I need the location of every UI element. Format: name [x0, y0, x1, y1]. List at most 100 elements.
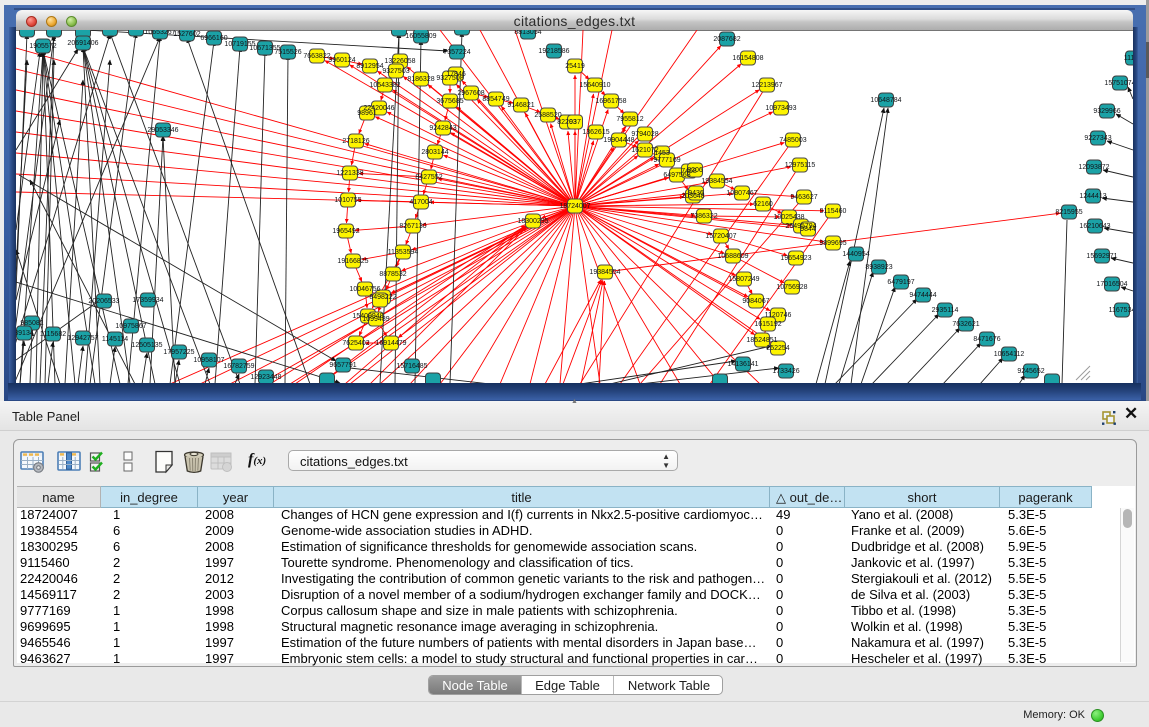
svg-text:29053346: 29053346 [147, 127, 178, 134]
svg-text:9794028: 9794028 [631, 131, 658, 138]
svg-text:1440954: 1440954 [842, 251, 869, 258]
svg-text:1453: 1453 [654, 150, 670, 157]
svg-text:16914479: 16914479 [375, 340, 406, 347]
svg-text:9899695: 9899695 [819, 240, 846, 247]
svg-text:17359934: 17359934 [132, 297, 163, 304]
svg-text:12923448: 12923448 [250, 374, 281, 381]
svg-text:2718126: 2718126 [342, 138, 369, 145]
svg-text:9227343: 9227343 [1084, 135, 1111, 142]
svg-text:19384554: 19384554 [589, 269, 620, 276]
svg-text:1120746: 1120746 [765, 312, 792, 319]
svg-text:7625402: 7625402 [342, 340, 369, 347]
svg-text:1099489: 1099489 [362, 316, 389, 323]
svg-text:9146821: 9146821 [507, 102, 534, 109]
svg-text:8186328: 8186328 [407, 76, 434, 83]
svg-text:985081: 985081 [20, 320, 43, 327]
svg-text:7955812: 7955812 [616, 116, 643, 123]
svg-text:2803144: 2803144 [421, 149, 448, 156]
svg-text:8854749: 8854749 [482, 96, 509, 103]
svg-text:12213967: 12213967 [751, 82, 782, 89]
svg-text:10958107: 10958107 [193, 357, 224, 364]
svg-text:14136141: 14136141 [727, 361, 758, 368]
svg-text:7386322: 7386322 [690, 213, 717, 220]
svg-text:10025438: 10025438 [773, 214, 804, 221]
svg-text:3675685: 3675685 [436, 98, 463, 105]
svg-text:12093872: 12093872 [1078, 164, 1109, 171]
svg-text:10648784: 10648784 [870, 97, 901, 104]
svg-text:10807467: 10807467 [726, 190, 757, 197]
svg-text:9327508: 9327508 [436, 75, 463, 82]
svg-text:16154808: 16154808 [732, 55, 763, 62]
svg-text:20691406: 20691406 [67, 40, 98, 47]
svg-text:10973493: 10973493 [765, 105, 796, 112]
svg-text:1145114: 1145114 [102, 336, 128, 343]
svg-text:1167534: 1167534 [1109, 307, 1133, 314]
svg-text:18300295: 18300295 [517, 218, 548, 225]
svg-text:19166825: 19166825 [337, 258, 368, 265]
svg-text:9777169: 9777169 [653, 157, 680, 164]
svg-text:7485003: 7485003 [779, 137, 806, 144]
svg-text:62160: 62160 [753, 201, 773, 208]
svg-text:9463627: 9463627 [790, 194, 817, 201]
svg-text:10654112: 10654112 [994, 351, 1025, 358]
svg-text:12942757: 12942757 [67, 335, 98, 342]
svg-text:1615192: 1615192 [754, 321, 781, 328]
svg-text:1965492: 1965492 [332, 228, 359, 235]
svg-text:16210643: 16210643 [1079, 223, 1110, 230]
svg-text:8938923: 8938923 [865, 264, 892, 271]
svg-text:8471676: 8471676 [973, 336, 1000, 343]
svg-text:2935114: 2935114 [932, 307, 959, 314]
svg-text:2588520: 2588520 [534, 112, 561, 119]
svg-text:18524851: 18524851 [746, 337, 777, 344]
svg-text:9242843: 9242843 [429, 125, 456, 132]
svg-text:9115460: 9115460 [820, 208, 847, 215]
svg-text:6479197: 6479197 [887, 279, 914, 286]
svg-text:15807249: 15807249 [728, 276, 759, 283]
svg-text:8267130: 8267130 [399, 223, 426, 230]
svg-text:9084067: 9084067 [742, 298, 769, 305]
svg-text:1115682: 1115682 [40, 331, 66, 338]
svg-text:15720407: 15720407 [705, 233, 736, 240]
svg-text:20206533: 20206533 [88, 298, 119, 305]
svg-text:9245652: 9245652 [1017, 368, 1044, 375]
svg-text:1905572: 1905572 [29, 43, 56, 50]
svg-text:19218586: 19218586 [538, 48, 569, 55]
svg-text:16055809: 16055809 [405, 33, 436, 40]
svg-text:9657791: 9657791 [329, 362, 356, 369]
svg-text:11353594: 11353594 [388, 249, 419, 256]
svg-text:8878532: 8878532 [379, 271, 406, 278]
svg-text:19384554: 19384554 [701, 178, 732, 185]
svg-text:13226058: 13226058 [384, 58, 415, 65]
svg-text:19654923: 19654923 [780, 255, 811, 262]
svg-text:7357224: 7357224 [443, 49, 470, 56]
svg-text:7515526: 7515526 [274, 49, 301, 56]
svg-text:8215955: 8215955 [1055, 209, 1082, 216]
svg-text:2967608: 2967608 [457, 90, 484, 97]
svg-text:9960124: 9960124 [328, 57, 355, 64]
svg-text:1362615: 1362615 [582, 129, 609, 136]
svg-text:16782759: 16782759 [223, 363, 254, 370]
svg-text:1010755: 1010755 [334, 197, 361, 204]
svg-text:15716485: 15716485 [396, 363, 427, 370]
svg-text:9327503: 9327503 [382, 68, 409, 75]
svg-text:25419: 25419 [565, 63, 585, 70]
svg-text:12505135: 12505135 [131, 342, 162, 349]
svg-text:2087682: 2087682 [713, 36, 740, 43]
svg-text:417004: 417004 [409, 199, 432, 206]
svg-text:9329966: 9329966 [1093, 108, 1120, 115]
svg-text:10688609: 10688609 [717, 253, 748, 260]
svg-text:98961: 98961 [357, 110, 377, 117]
svg-text:7632621: 7632621 [952, 321, 979, 328]
svg-text:8498222: 8498222 [369, 294, 396, 301]
svg-text:8427552: 8427552 [415, 174, 442, 181]
svg-text:8813054: 8813054 [514, 30, 541, 36]
svg-text:1733426: 1733426 [772, 368, 799, 375]
svg-text:15692971: 15692971 [1086, 253, 1117, 260]
svg-text:15751074: 15751074 [1104, 80, 1133, 87]
svg-text:10543382: 10543382 [369, 82, 400, 89]
svg-text:18724007: 18724007 [559, 203, 590, 210]
svg-text:10975867: 10975867 [115, 323, 146, 330]
svg-text:1221338: 1221338 [336, 170, 363, 177]
svg-text:937: 937 [569, 119, 581, 126]
svg-text:9436: 9436 [688, 190, 704, 197]
